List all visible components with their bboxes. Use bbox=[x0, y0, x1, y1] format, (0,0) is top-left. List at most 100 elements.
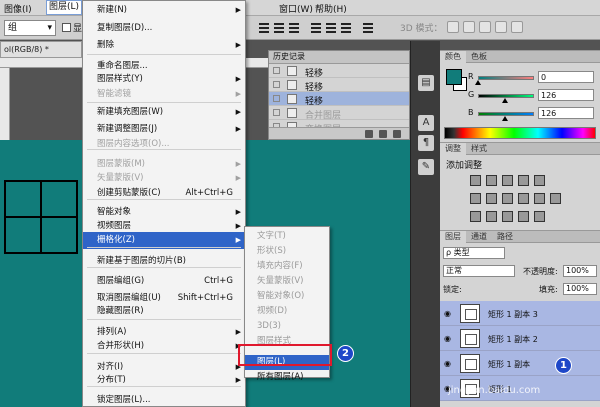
scale-3d-icon[interactable] bbox=[511, 21, 523, 33]
trash-icon[interactable] bbox=[393, 130, 401, 138]
document-tab[interactable]: ol(RGB/8) * bbox=[0, 41, 82, 58]
vibrance-icon[interactable] bbox=[534, 175, 545, 186]
distribute-left-icon[interactable] bbox=[310, 21, 322, 34]
menu-item-2[interactable]: 删除 ▶ bbox=[83, 37, 245, 54]
selective-color-icon[interactable] bbox=[534, 211, 545, 222]
posterize-icon[interactable] bbox=[486, 211, 497, 222]
history-icon[interactable]: ▤ bbox=[418, 75, 434, 91]
menu-layer[interactable]: 图层(L) bbox=[45, 0, 83, 15]
blend-mode-select[interactable]: 正常 bbox=[443, 265, 515, 277]
align-bottom-icon[interactable] bbox=[288, 21, 300, 34]
align-top-icon[interactable] bbox=[258, 21, 270, 34]
auto-align-icon[interactable] bbox=[362, 21, 374, 34]
submenu-item-4[interactable]: 智能对象(O) bbox=[245, 289, 329, 304]
channel-value-input[interactable]: 0 bbox=[538, 71, 594, 83]
paragraph-icon[interactable]: ¶ bbox=[418, 135, 434, 151]
submenu-item-3[interactable]: 矢量蒙版(V) bbox=[245, 274, 329, 289]
submenu-item-0[interactable]: 文字(T) bbox=[245, 229, 329, 244]
history-item[interactable]: 轻移 bbox=[269, 78, 409, 93]
text-icon[interactable]: A bbox=[418, 115, 434, 131]
menu-separator bbox=[87, 149, 241, 150]
auto-select-dropdown[interactable]: 组 ▾ bbox=[4, 20, 56, 36]
levels-icon[interactable] bbox=[486, 175, 497, 186]
channel-value-input[interactable]: 126 bbox=[538, 107, 594, 119]
slider-knob-icon[interactable] bbox=[475, 80, 481, 85]
history-item[interactable]: 轻移 bbox=[269, 92, 409, 107]
menu-item-shortcut: Ctrl+G bbox=[204, 276, 233, 286]
submenu-item-1[interactable]: 形状(S) bbox=[245, 244, 329, 259]
opacity-input[interactable]: 100% bbox=[563, 265, 597, 277]
channel-value-input[interactable]: 126 bbox=[538, 89, 594, 101]
tab-swatches[interactable]: 色板 bbox=[466, 51, 492, 63]
tab-adjustments[interactable]: 调整 bbox=[440, 143, 466, 155]
color-spectrum-bar[interactable] bbox=[444, 127, 596, 139]
tab-color[interactable]: 颜色 bbox=[440, 51, 466, 63]
submenu-item-5[interactable]: 视频(D) bbox=[245, 304, 329, 319]
photo-filter-icon[interactable] bbox=[518, 193, 529, 204]
menu-image[interactable]: 图像(I) bbox=[4, 2, 32, 15]
fill-input[interactable]: 100% bbox=[563, 283, 597, 295]
new-document-icon[interactable] bbox=[365, 130, 373, 138]
rectangle-shape[interactable] bbox=[40, 216, 78, 254]
layer-row[interactable]: ◉ 矩形 1 副本 2 bbox=[440, 326, 600, 351]
submenu-item-2[interactable]: 填充内容(F) bbox=[245, 259, 329, 274]
foreground-color-swatch[interactable] bbox=[446, 69, 462, 85]
menu-item-16[interactable]: 图层编组(G) Ctrl+G bbox=[83, 273, 245, 290]
tab-channels[interactable]: 通道 bbox=[466, 231, 492, 243]
slider-knob-icon[interactable] bbox=[502, 98, 509, 103]
threshold-icon[interactable] bbox=[502, 211, 513, 222]
gradient-map-icon[interactable] bbox=[518, 211, 529, 222]
pan-3d-icon[interactable] bbox=[479, 21, 491, 33]
channel-mixer-icon[interactable] bbox=[534, 193, 545, 204]
menu-item-23[interactable]: 锁定图层(L)... bbox=[83, 392, 245, 407]
eye-icon[interactable]: ◉ bbox=[444, 309, 451, 318]
menu-item-8[interactable]: 图层内容选项(O)... bbox=[83, 136, 245, 153]
eye-icon[interactable]: ◉ bbox=[444, 334, 451, 343]
black-white-icon[interactable] bbox=[502, 193, 513, 204]
rectangle-shape[interactable] bbox=[4, 216, 42, 254]
channel-letter: G bbox=[468, 90, 475, 99]
menu-item-label: 图层蒙版(M) bbox=[97, 159, 145, 169]
menu-separator bbox=[87, 353, 241, 354]
brightness-icon[interactable] bbox=[470, 175, 481, 186]
curves-icon[interactable] bbox=[502, 175, 513, 186]
history-item[interactable]: 合并图层 bbox=[269, 106, 409, 121]
menu-help[interactable]: 帮助(H) bbox=[315, 2, 347, 15]
submenu-item-6[interactable]: 3D(3) bbox=[245, 319, 329, 334]
menu-item-label: 图层内容选项(O)... bbox=[97, 139, 170, 149]
menu-item-0[interactable]: 新建(N) ▶ bbox=[83, 2, 245, 19]
layer-kind-filter[interactable]: ρ 类型 bbox=[443, 247, 505, 259]
distribute-center-icon[interactable] bbox=[325, 21, 337, 34]
tab-layers[interactable]: 图层 bbox=[440, 231, 466, 243]
camera-icon[interactable] bbox=[379, 130, 387, 138]
menu-item-6[interactable]: 新建填充图层(W) ▶ bbox=[83, 104, 245, 121]
rotate-3d-icon[interactable] bbox=[447, 21, 459, 33]
tab-styles[interactable]: 样式 bbox=[466, 143, 492, 155]
exposure-icon[interactable] bbox=[518, 175, 529, 186]
layer-row[interactable]: ◉ 矩形 1 副本 bbox=[440, 351, 600, 376]
hue-icon[interactable] bbox=[470, 193, 481, 204]
submenu-item-9[interactable]: 所有图层(A) bbox=[245, 370, 329, 385]
menu-window[interactable]: 窗口(W) bbox=[279, 2, 313, 15]
slide-3d-icon[interactable] bbox=[495, 21, 507, 33]
menu-item-5[interactable]: 智能滤镜 ▶ bbox=[83, 86, 245, 103]
roll-3d-icon[interactable] bbox=[463, 21, 475, 33]
eye-icon[interactable]: ◉ bbox=[444, 359, 451, 368]
tab-paths[interactable]: 路径 bbox=[492, 231, 518, 243]
history-brush-icon bbox=[273, 67, 280, 74]
menu-item-1[interactable]: 复制图层(D)... bbox=[83, 20, 245, 37]
invert-icon[interactable] bbox=[470, 211, 481, 222]
distribute-right-icon[interactable] bbox=[340, 21, 352, 34]
layer-row[interactable]: ◉ 矩形 1 副本 3 bbox=[440, 301, 600, 326]
menu-item-18[interactable]: 隐藏图层(R) bbox=[83, 303, 245, 320]
slider-knob-icon[interactable] bbox=[502, 116, 509, 121]
color-lookup-icon[interactable] bbox=[550, 193, 561, 204]
align-middle-icon[interactable] bbox=[273, 21, 285, 34]
color-balance-icon[interactable] bbox=[486, 193, 497, 204]
channel-slider[interactable] bbox=[478, 76, 534, 80]
history-item[interactable]: 轻移 bbox=[269, 64, 409, 79]
rectangle-shape[interactable] bbox=[4, 180, 42, 218]
brush-icon[interactable]: ✎ bbox=[418, 159, 434, 175]
show-transform-checkbox[interactable] bbox=[62, 23, 71, 32]
rectangle-shape[interactable] bbox=[40, 180, 78, 218]
